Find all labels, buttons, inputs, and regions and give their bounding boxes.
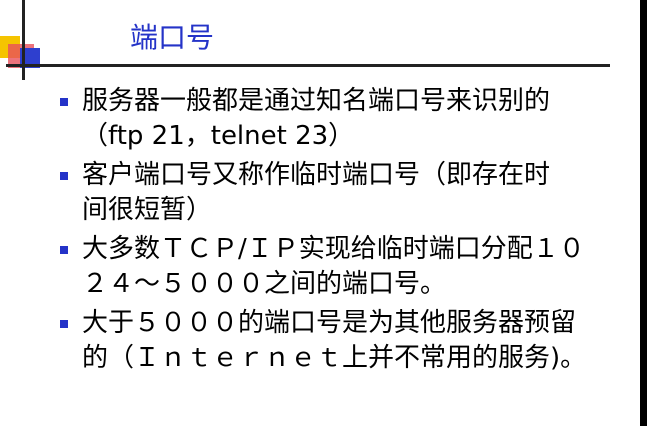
bullet-item: 大多数ＴＣＰ/ＩＰ实现给临时端口分配１０ ２４～５０００之间的端口号。 — [56, 232, 634, 302]
bullet-text-line: 间很短暂） — [82, 195, 213, 225]
bullet-square-icon — [60, 172, 68, 180]
logo-vertical-line — [22, 0, 25, 80]
bullet-square-icon — [60, 320, 68, 328]
bullet-text-line: 的（Ｉｎｔｅｒｎｅｔ上并不常用的服务)。 — [82, 343, 587, 373]
bullet-item: 客户端口号又称作临时端口号（即存在时 间很短暂） — [56, 158, 634, 228]
bullet-text-line: 大多数ＴＣＰ/ＩＰ实现给临时端口分配１０ — [82, 234, 585, 264]
slide: 端口号 服务器一般都是通过知名端口号来识别的 （ftp 21，telnet 23… — [0, 0, 647, 426]
right-edge-bar — [640, 0, 647, 426]
bullet-item: 服务器一般都是通过知名端口号来识别的 （ftp 21，telnet 23） — [56, 84, 634, 154]
bullet-square-icon — [60, 98, 68, 106]
corner-logo-icon — [0, 0, 60, 80]
bullet-item: 大于５０００的端口号是为其他服务器预留 的（Ｉｎｔｅｒｎｅｔ上并不常用的服务)。 — [56, 306, 634, 376]
title-divider — [6, 64, 610, 67]
bullet-text-line: 大于５０００的端口号是为其他服务器预留 — [82, 308, 577, 338]
bullet-text-line: 客户端口号又称作临时端口号（即存在时 — [82, 160, 551, 190]
bullet-text-line: 服务器一般都是通过知名端口号来识别的 — [82, 86, 551, 116]
bullet-list: 服务器一般都是通过知名端口号来识别的 （ftp 21，telnet 23） 客户… — [56, 84, 634, 380]
slide-title: 端口号 — [130, 21, 215, 54]
bullet-text-line: （ftp 21，telnet 23） — [82, 121, 355, 151]
bullet-square-icon — [60, 246, 68, 254]
bullet-text-line: ２４～５０００之间的端口号。 — [82, 269, 447, 299]
